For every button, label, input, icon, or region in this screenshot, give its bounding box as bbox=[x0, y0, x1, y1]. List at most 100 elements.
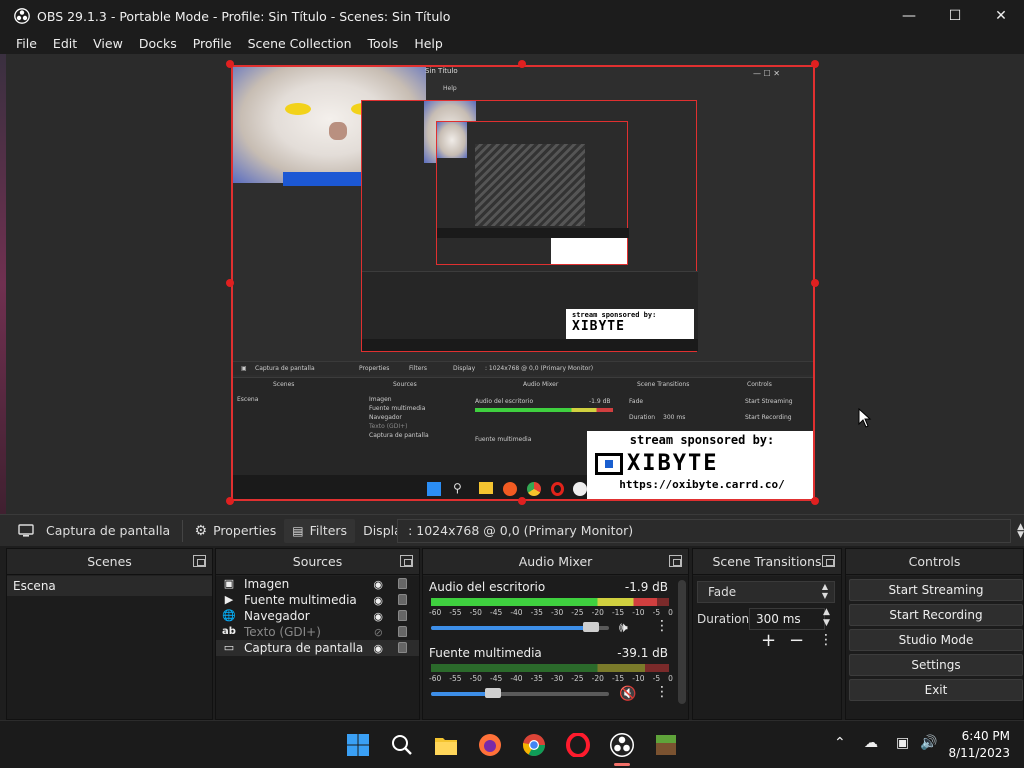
menu-profile[interactable]: Profile bbox=[185, 36, 240, 51]
globe-icon: 🌐 bbox=[222, 609, 236, 622]
toolbar-separator bbox=[181, 519, 183, 542]
source-item-imagen[interactable]: ▣ Imagen ◉ bbox=[216, 576, 419, 592]
source-item-captura[interactable]: ▭ Captura de pantalla ◉ bbox=[216, 640, 419, 656]
remove-transition-icon[interactable]: − bbox=[789, 630, 804, 651]
transitions-title: Scene Transitions bbox=[712, 554, 822, 569]
captured-screen: Sin Título Help — ☐ ✕ stream sponsored b… bbox=[233, 67, 813, 499]
mouse-cursor-icon bbox=[858, 408, 872, 428]
resize-handle-bl[interactable] bbox=[226, 497, 234, 505]
resize-handle-tr[interactable] bbox=[811, 60, 819, 68]
mini-taskbar: ⚲ bbox=[233, 475, 587, 499]
menu-help[interactable]: Help bbox=[406, 36, 451, 51]
mini-windows-icon bbox=[427, 482, 441, 496]
close-button[interactable]: ✕ bbox=[978, 0, 1024, 32]
windows-start-icon[interactable] bbox=[346, 733, 370, 757]
onedrive-icon[interactable]: ☁ bbox=[864, 735, 878, 751]
resize-handle-br[interactable] bbox=[811, 497, 819, 505]
mixer-scrollbar[interactable] bbox=[678, 580, 686, 704]
muted-speaker-icon[interactable]: 🔇 bbox=[619, 686, 636, 702]
mini-duration-value: 300 ms bbox=[663, 414, 686, 421]
float-dock-icon[interactable] bbox=[400, 555, 413, 567]
filters-button[interactable]: ▤ Filters bbox=[284, 518, 356, 543]
mixer-dock-header: Audio Mixer bbox=[423, 549, 688, 575]
properties-button[interactable]: ⚙ Properties bbox=[187, 519, 285, 543]
lock-icon[interactable] bbox=[398, 594, 407, 605]
cat-nose bbox=[329, 122, 347, 140]
menu-scene-collection[interactable]: Scene Collection bbox=[240, 36, 360, 51]
visibility-eye-icon[interactable]: ◉ bbox=[373, 610, 383, 623]
display-spin-arrows[interactable]: ▲ ▼ bbox=[1017, 522, 1024, 539]
network-icon[interactable]: ▣ bbox=[896, 735, 909, 751]
menu-docks[interactable]: Docks bbox=[131, 36, 185, 51]
search-icon[interactable] bbox=[390, 733, 414, 757]
start-streaming-button[interactable]: Start Streaming bbox=[849, 579, 1023, 601]
firefox-icon[interactable] bbox=[478, 733, 502, 757]
resize-handle-t[interactable] bbox=[518, 60, 526, 68]
lock-icon[interactable] bbox=[398, 642, 407, 653]
resize-handle-r[interactable] bbox=[811, 279, 819, 287]
mini-mixer-title: Audio Mixer bbox=[523, 381, 559, 388]
kebab-menu-icon[interactable]: ⋮ bbox=[655, 684, 669, 700]
obs-taskbar-icon[interactable] bbox=[610, 733, 634, 757]
controls-body: Start Streaming Start Recording Studio M… bbox=[846, 576, 1023, 719]
float-dock-icon[interactable] bbox=[822, 555, 835, 567]
exit-button[interactable]: Exit bbox=[849, 679, 1023, 701]
resize-handle-l[interactable] bbox=[226, 279, 234, 287]
source-label: Navegador bbox=[244, 609, 310, 623]
clock-time: 6:40 PM bbox=[961, 729, 1010, 743]
scene-transitions-dock: Scene Transitions Fade ▲ ▼ Duration 300 ms… bbox=[692, 548, 842, 720]
source-item-fuente-multimedia[interactable]: ▶ Fuente multimedia ◉ bbox=[216, 592, 419, 608]
mini-obs-icon bbox=[573, 482, 587, 496]
menu-tools[interactable]: Tools bbox=[360, 36, 407, 51]
mini-filters: Filters bbox=[409, 365, 427, 372]
show-hidden-icons-chevron[interactable]: ⌃ bbox=[834, 735, 846, 751]
volume-knob[interactable] bbox=[583, 622, 600, 632]
visibility-eye-icon[interactable]: ◉ bbox=[373, 578, 383, 591]
volume-slider[interactable] bbox=[431, 688, 609, 698]
speaker-icon[interactable]: 🕪 bbox=[619, 620, 628, 636]
volume-knob[interactable] bbox=[485, 688, 502, 698]
minecraft-icon[interactable] bbox=[654, 733, 678, 757]
source-label: Texto (GDI+) bbox=[244, 625, 321, 639]
hidden-eye-icon[interactable]: ⊘ bbox=[374, 626, 383, 639]
duration-input[interactable]: 300 ms bbox=[749, 608, 825, 630]
visibility-eye-icon[interactable]: ◉ bbox=[373, 594, 383, 607]
controls-dock: Controls Start Streaming Start Recording… bbox=[845, 548, 1024, 720]
kebab-menu-icon[interactable]: ⋮ bbox=[819, 632, 833, 648]
scene-item[interactable]: Escena bbox=[7, 576, 212, 596]
mini-source-name: Captura de pantalla bbox=[255, 365, 315, 372]
menu-view[interactable]: View bbox=[85, 36, 131, 51]
add-transition-icon[interactable]: + bbox=[761, 630, 776, 651]
lock-icon[interactable] bbox=[398, 626, 407, 637]
mini-folder-icon bbox=[479, 482, 493, 494]
volume-slider[interactable] bbox=[431, 622, 609, 632]
lock-icon[interactable] bbox=[398, 610, 407, 621]
menu-edit[interactable]: Edit bbox=[45, 36, 85, 51]
transition-select[interactable]: Fade ▲ ▼ bbox=[697, 581, 835, 603]
lock-icon[interactable] bbox=[398, 578, 407, 589]
duration-spin-arrows[interactable]: ▲ ▼ bbox=[823, 607, 830, 629]
chrome-icon[interactable] bbox=[522, 733, 546, 757]
maximize-button[interactable]: ☐ bbox=[932, 0, 978, 32]
opera-icon[interactable] bbox=[566, 733, 590, 757]
resize-handle-tl[interactable] bbox=[226, 60, 234, 68]
resize-handle-b[interactable] bbox=[518, 497, 526, 505]
start-recording-button[interactable]: Start Recording bbox=[849, 604, 1023, 626]
mini-source-2: Fuente multimedia bbox=[369, 405, 426, 412]
float-dock-icon[interactable] bbox=[193, 555, 206, 567]
menu-file[interactable]: File bbox=[0, 36, 45, 51]
visibility-eye-icon[interactable]: ◉ bbox=[373, 642, 383, 655]
settings-button[interactable]: Settings bbox=[849, 654, 1023, 676]
kebab-menu-icon[interactable]: ⋮ bbox=[655, 618, 669, 634]
system-clock[interactable]: 6:40 PM 8/11/2023 bbox=[948, 728, 1010, 762]
file-explorer-icon[interactable] bbox=[434, 733, 458, 757]
source-item-texto[interactable]: ab Texto (GDI+) ⊘ bbox=[216, 624, 419, 640]
display-select[interactable]: : 1024x768 @ 0,0 (Primary Monitor) bbox=[397, 518, 1012, 543]
screen-capture-source[interactable]: Sin Título Help — ☐ ✕ stream sponsored b… bbox=[231, 65, 815, 501]
sponsor-logo-text: XIBYTE bbox=[627, 451, 719, 476]
studio-mode-button[interactable]: Studio Mode bbox=[849, 629, 1023, 651]
source-item-navegador[interactable]: 🌐 Navegador ◉ bbox=[216, 608, 419, 624]
minimize-button[interactable]: — bbox=[886, 0, 932, 32]
volume-icon[interactable]: 🔊 bbox=[920, 735, 937, 751]
float-dock-icon[interactable] bbox=[669, 555, 682, 567]
